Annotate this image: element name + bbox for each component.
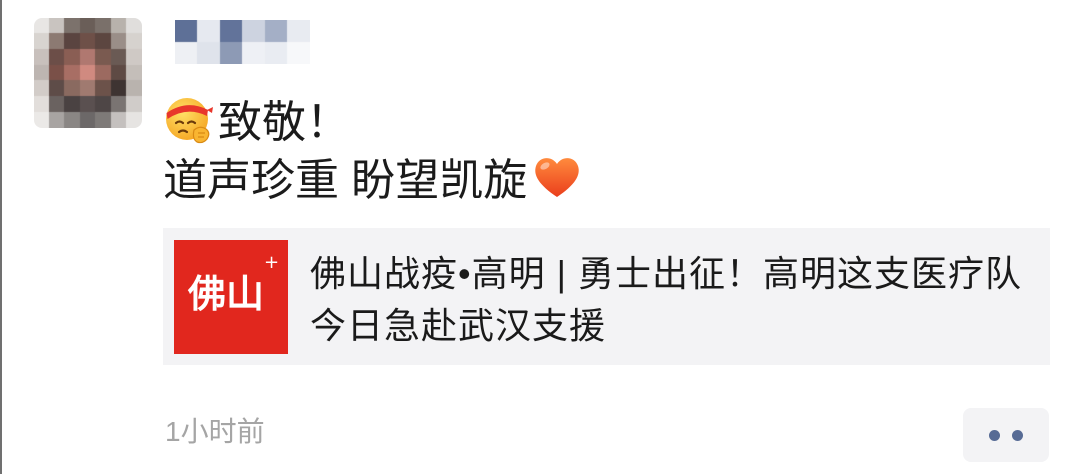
shared-link-card[interactable]: 佛山 + 佛山战疫•高明 | 勇士出征！高明这支医疗队今日急赴武汉支援 xyxy=(163,228,1050,365)
link-title: 佛山战疫•高明 | 勇士出征！高明这支医疗队今日急赴武汉支援 xyxy=(310,253,1022,346)
more-actions-button[interactable] xyxy=(963,408,1049,462)
avatar[interactable] xyxy=(34,18,142,128)
moments-post: 致敬！ 道声珍重 盼望凯旋 佛山 + 佛山战疫•高明 | 勇士出征！高明这支医疗… xyxy=(0,0,1080,474)
post-text-line-2: 道声珍重 盼望凯旋 xyxy=(163,150,583,205)
post-text: 致敬！ xyxy=(218,98,350,147)
author-name[interactable] xyxy=(175,20,310,64)
more-dot-icon xyxy=(1012,429,1023,441)
left-divider xyxy=(0,0,2,474)
salute-emoji-icon xyxy=(166,98,213,144)
more-dot-icon xyxy=(989,429,1000,441)
link-thumbnail: 佛山 + xyxy=(174,240,288,354)
thumbnail-logo-text: 佛山 xyxy=(188,271,265,316)
post-timestamp: 1小时前 xyxy=(165,416,265,447)
post-text-line-1: 致敬！ xyxy=(163,92,350,147)
thumbnail-logo-mark: + xyxy=(264,252,280,273)
heart-icon xyxy=(535,158,579,197)
post-text: 道声珍重 盼望凯旋 xyxy=(163,156,528,205)
